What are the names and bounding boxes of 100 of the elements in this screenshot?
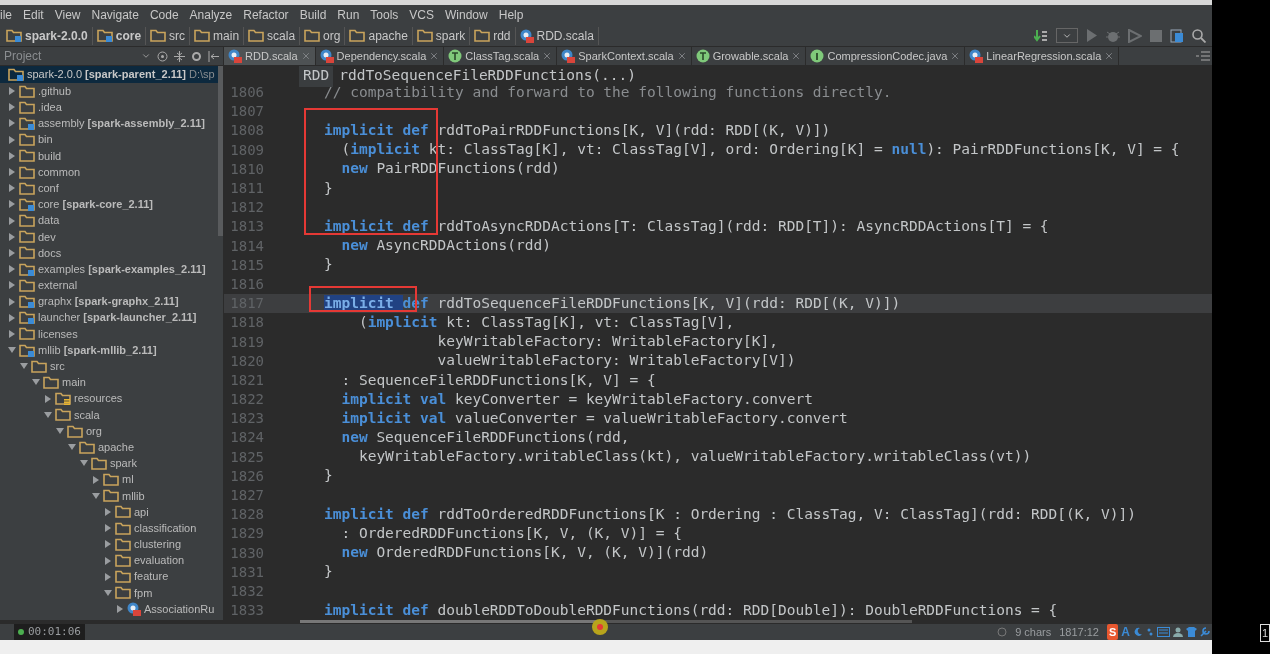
wrench-icon[interactable] (1200, 627, 1210, 637)
expanded-arrow-icon[interactable] (32, 378, 40, 387)
project-structure-icon[interactable] (1170, 28, 1184, 43)
editor-tab[interactable]: CompressionCodec.java (806, 47, 966, 65)
editor-tab[interactable]: ClassTag.scala (444, 47, 558, 65)
tree-item[interactable]: graphx [spark-graphx_2.11] (0, 293, 218, 310)
collapsed-arrow-icon[interactable] (92, 475, 100, 484)
menu-item[interactable]: Code (149, 6, 179, 24)
stop-icon[interactable] (1150, 29, 1162, 42)
collapsed-arrow-icon[interactable] (104, 507, 112, 516)
collapsed-arrow-icon[interactable] (104, 540, 112, 549)
collapsed-arrow-icon[interactable] (8, 248, 16, 257)
collapsed-arrow-icon[interactable] (8, 119, 16, 128)
tree-item[interactable]: conf (0, 180, 218, 197)
collapsed-arrow-icon[interactable] (8, 103, 16, 112)
expanded-arrow-icon[interactable] (80, 459, 88, 468)
tree-item[interactable]: src (0, 358, 218, 375)
menu-item[interactable]: ile (0, 6, 12, 24)
tree-root-item[interactable]: spark-2.0.0 [spark-parent_2.11] D:\sp (0, 66, 218, 83)
close-icon[interactable] (300, 51, 311, 61)
expanded-arrow-icon[interactable] (92, 491, 100, 500)
breadcrumb-item[interactable]: core (96, 26, 147, 45)
collapsed-arrow-icon[interactable] (8, 281, 16, 290)
hide-panel-icon[interactable] (208, 50, 219, 62)
breadcrumb-item[interactable]: spark (416, 26, 471, 45)
tree-item[interactable]: examples [spark-examples_2.11] (0, 261, 218, 278)
editor-tab[interactable]: LinearRegression.scala (965, 47, 1120, 65)
tree-item[interactable]: AssociationRu (0, 601, 218, 618)
tree-item[interactable]: data (0, 212, 218, 229)
tree-item[interactable]: api (0, 503, 218, 521)
expanded-arrow-icon[interactable] (68, 443, 76, 452)
menu-item[interactable]: Window (445, 6, 488, 24)
breadcrumb-item[interactable]: rdd (474, 26, 516, 45)
collapsed-arrow-icon[interactable] (8, 297, 16, 306)
breadcrumb-item[interactable]: RDD.scala (519, 26, 599, 45)
tree-item[interactable]: assembly [spark-assembly_2.11] (0, 115, 218, 132)
collapsed-arrow-icon[interactable] (8, 265, 16, 274)
punctuation-icon[interactable] (1146, 627, 1154, 637)
search-icon[interactable] (1192, 28, 1206, 43)
tree-item[interactable]: mllib (0, 487, 218, 504)
expanded-arrow-icon[interactable] (104, 588, 112, 597)
tree-item[interactable]: docs (0, 244, 218, 262)
breadcrumb-item[interactable]: src (150, 26, 191, 45)
collapsed-arrow-icon[interactable] (104, 524, 112, 533)
settings-icon[interactable] (191, 50, 202, 62)
collapsed-arrow-icon[interactable] (8, 151, 16, 160)
tree-item[interactable]: dev (0, 228, 218, 245)
breadcrumb-item[interactable]: org (304, 26, 346, 45)
breadcrumb-item[interactable]: scala (248, 26, 301, 45)
tab-list-icon[interactable] (1196, 51, 1210, 61)
editor-tab[interactable]: Dependency.scala (315, 47, 445, 65)
close-icon[interactable] (429, 51, 440, 61)
tree-item[interactable]: build (0, 147, 218, 164)
tree-item[interactable]: resources (0, 390, 218, 407)
collapsed-arrow-icon[interactable] (8, 184, 16, 193)
menu-item[interactable]: Analyze (189, 6, 233, 24)
close-icon[interactable] (1104, 51, 1115, 61)
close-icon[interactable] (542, 51, 553, 61)
keyboard-icon[interactable] (1157, 627, 1170, 637)
editor-tab[interactable]: RDD.scala (224, 47, 316, 65)
locate-icon[interactable] (157, 50, 168, 62)
ime-mode[interactable]: A (1121, 623, 1130, 641)
person-icon[interactable] (1173, 627, 1183, 637)
tree-item[interactable]: licenses (0, 325, 218, 342)
scrollbar-thumb[interactable] (218, 66, 223, 236)
tree-item[interactable]: classification (0, 520, 218, 537)
tree-item[interactable]: org (0, 422, 218, 440)
panel-title[interactable]: Project (4, 47, 42, 65)
menu-item[interactable]: Run (337, 6, 360, 24)
tree-item[interactable]: apache (0, 439, 218, 456)
breadcrumb-item[interactable]: main (194, 26, 245, 45)
collapsed-arrow-icon[interactable] (8, 329, 16, 338)
expanded-arrow-icon[interactable] (8, 346, 16, 355)
breadcrumb-item[interactable]: spark-2.0.0 (6, 26, 93, 45)
vcs-update-icon[interactable] (1034, 28, 1048, 43)
tree-item[interactable]: spark (0, 455, 218, 472)
expanded-arrow-icon[interactable] (20, 362, 28, 371)
tree-item[interactable]: feature (0, 568, 218, 585)
menu-item[interactable]: Tools (370, 6, 399, 24)
collapsed-arrow-icon[interactable] (8, 216, 16, 225)
tree-item[interactable]: .idea (0, 99, 218, 116)
collapsed-arrow-icon[interactable] (8, 87, 16, 96)
coverage-icon[interactable] (1128, 28, 1142, 43)
collapsed-arrow-icon[interactable] (8, 200, 16, 209)
tree-item[interactable]: bin (0, 131, 218, 148)
tree-item[interactable]: evaluation (0, 552, 218, 569)
dropdown-caret-icon[interactable] (141, 51, 151, 61)
menu-item[interactable]: Refactor (243, 6, 289, 24)
editor-tab[interactable]: Growable.scala (691, 47, 807, 65)
menu-item[interactable]: Help (498, 6, 524, 24)
tree-item[interactable]: core [spark-core_2.11] (0, 196, 218, 213)
menu-item[interactable]: Navigate (91, 6, 139, 24)
collapse-icon[interactable] (174, 50, 185, 62)
tree-item[interactable]: external (0, 277, 218, 294)
tree-item[interactable]: clustering (0, 536, 218, 553)
tree-item[interactable]: ml (0, 471, 218, 488)
tree-item[interactable]: main (0, 374, 218, 391)
tree-item[interactable]: scala (0, 406, 218, 423)
close-icon[interactable] (791, 51, 802, 61)
moon-icon[interactable] (1133, 627, 1143, 637)
